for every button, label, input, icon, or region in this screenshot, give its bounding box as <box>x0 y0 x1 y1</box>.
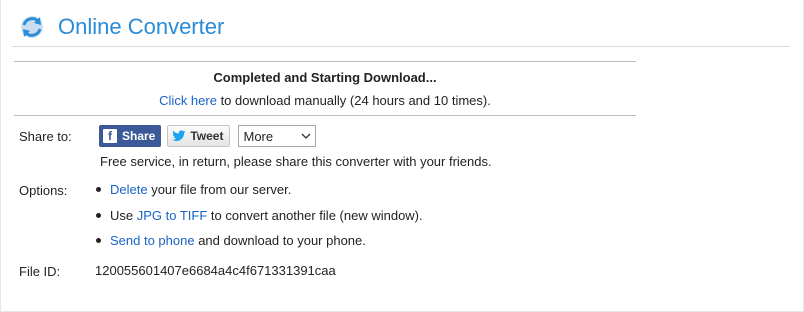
option-suffix: to convert another file (new window). <box>207 208 423 223</box>
option-item-phone: Send to phone and download to your phone… <box>96 233 366 248</box>
download-manually-link[interactable]: Click here <box>159 93 217 108</box>
status-line: Click here to download manually (24 hour… <box>14 93 636 108</box>
more-select-value: More <box>243 128 274 144</box>
facebook-share-label: Share <box>122 129 156 143</box>
option-item-convert: Use JPG to TIFF to convert another file … <box>96 208 423 223</box>
status-detail: to download manually (24 hours and 10 ti… <box>216 93 491 108</box>
brand-title[interactable]: Online Converter <box>58 14 224 40</box>
header-divider <box>12 46 790 47</box>
share-note: Free service, in return, please share th… <box>100 154 492 169</box>
chevron-down-icon <box>302 133 311 139</box>
file-id-label: File ID: <box>19 264 61 279</box>
more-share-select[interactable]: More <box>238 125 317 147</box>
delete-file-link[interactable]: Delete <box>110 182 148 197</box>
send-to-phone-link[interactable]: Send to phone <box>110 233 195 248</box>
bullet <box>96 187 101 192</box>
mid-divider <box>14 115 636 116</box>
site-header: Online Converter <box>18 10 224 44</box>
option-suffix: your file from our server. <box>147 182 292 197</box>
refresh-arrows-icon <box>21 16 43 38</box>
options-label: Options: <box>19 183 68 198</box>
option-prefix: Use <box>110 208 137 223</box>
share-buttons: f Share Tweet More <box>99 125 317 147</box>
tweet-label: Tweet <box>190 129 224 143</box>
top-divider <box>14 61 636 62</box>
option-item-delete: Delete your file from our server. <box>96 182 291 197</box>
file-id-value: 120055601407e6684a4c4f671331391caa <box>95 263 336 278</box>
share-label: Share to: <box>19 129 72 144</box>
bullet <box>96 238 101 243</box>
facebook-share-button[interactable]: f Share <box>99 125 162 147</box>
bullet <box>96 213 101 218</box>
tweet-button[interactable]: Tweet <box>167 125 231 147</box>
twitter-bird-icon <box>172 130 186 142</box>
status-title: Completed and Starting Download... <box>213 70 437 85</box>
option-suffix: and download to your phone. <box>194 233 366 248</box>
jpg-to-tiff-link[interactable]: JPG to TIFF <box>137 208 208 223</box>
facebook-icon: f <box>103 129 117 143</box>
